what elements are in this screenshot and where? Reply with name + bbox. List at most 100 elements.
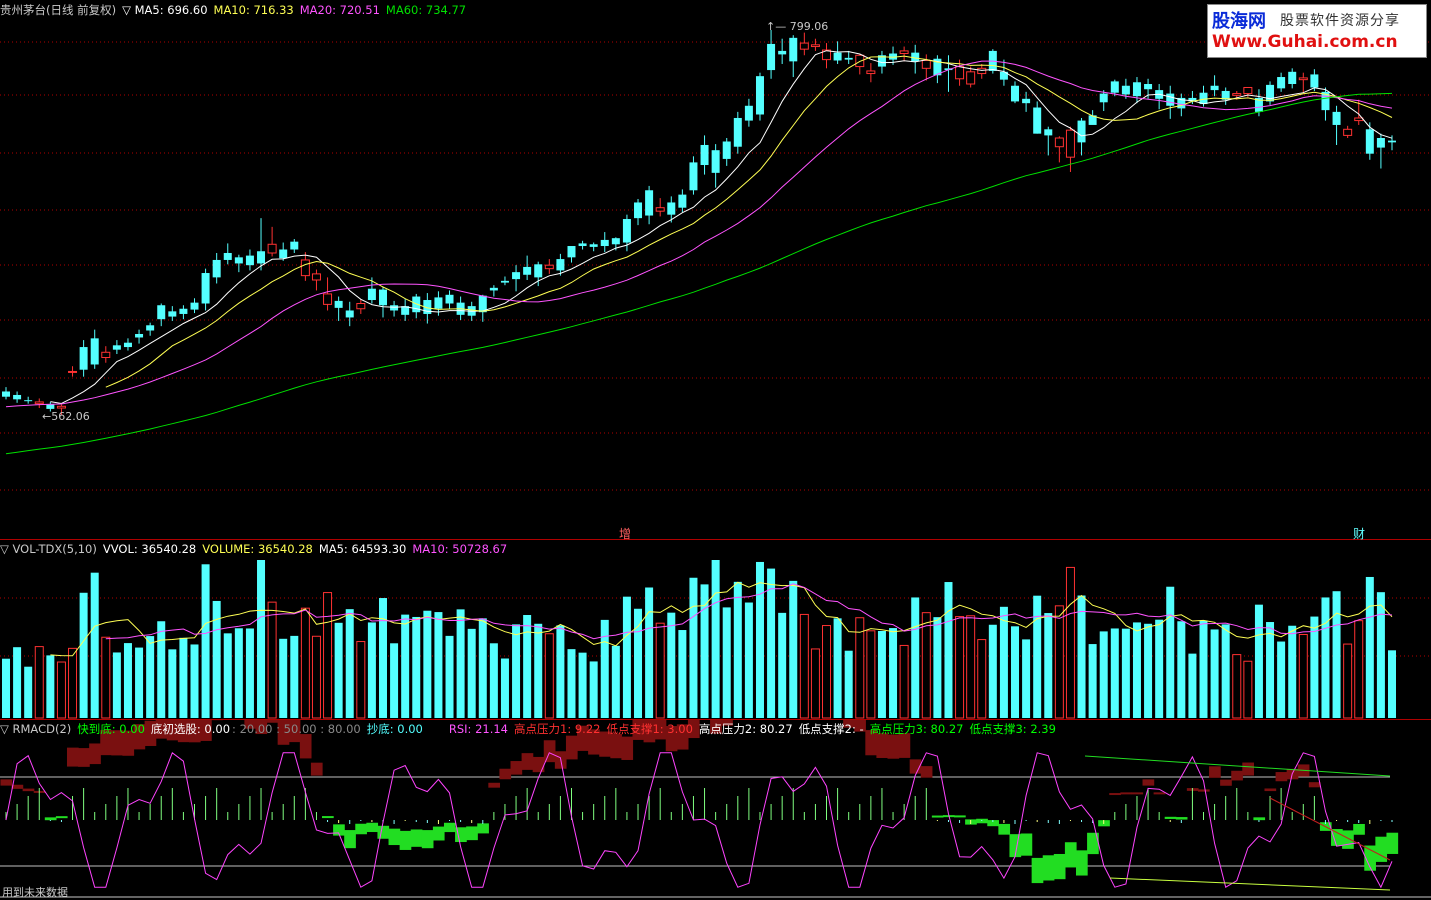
volume-bar-up	[800, 614, 808, 718]
candle-down	[135, 334, 143, 337]
volume-bar-down	[1144, 624, 1152, 718]
macd-ribbon	[1220, 780, 1232, 786]
candle-down	[767, 44, 775, 70]
candle-down	[689, 162, 697, 190]
macd-ribbon	[1043, 855, 1055, 880]
volume-bar-down	[734, 582, 742, 718]
candle-down	[290, 242, 298, 250]
ma60-value: MA60: 734.77	[386, 3, 466, 17]
volume-bar-up	[545, 634, 553, 718]
macd-ribbon	[1165, 817, 1177, 819]
volume-bar-down	[889, 628, 897, 718]
high-label: ↑— 799.06	[766, 20, 828, 33]
macd-ribbon	[1154, 792, 1166, 794]
candle-down	[745, 106, 753, 121]
volume-bar-down	[1089, 644, 1097, 718]
candle-down	[279, 250, 287, 259]
volume-bar-down	[645, 588, 653, 718]
candle-up	[900, 51, 908, 54]
volume-bar-up	[1066, 567, 1074, 718]
candle-down	[623, 219, 631, 243]
candle-down	[1100, 94, 1108, 103]
volume-bar-down	[601, 620, 609, 718]
candle-down	[534, 264, 542, 277]
candle-down	[1078, 121, 1086, 143]
macd-ribbon	[366, 823, 378, 832]
logo-url: Www.Guhai.com.cn	[1212, 32, 1398, 52]
volume-bar-down	[246, 628, 254, 718]
volume-bar-down	[1321, 597, 1329, 718]
volume-bar-up	[1355, 621, 1363, 718]
candle-down	[257, 251, 265, 263]
candle-down	[1288, 72, 1296, 84]
candle-down	[1033, 108, 1041, 134]
macd-ribbon	[1143, 779, 1155, 785]
logo-cn: 股海网	[1212, 7, 1266, 33]
volume-bar-down	[911, 597, 919, 718]
macd-ribbon	[1353, 824, 1365, 835]
volume-bar-down	[457, 609, 465, 718]
candle-down	[701, 145, 709, 165]
volume-bar-down	[590, 661, 598, 718]
macd-ribbon	[400, 831, 412, 850]
volume-bar-up	[69, 648, 77, 718]
volume-bar-down	[1277, 642, 1285, 718]
volume-bar-up	[324, 593, 332, 718]
candle-down	[146, 325, 154, 330]
macd-ribbon	[954, 815, 966, 817]
macd-ribbon	[23, 789, 35, 792]
candle-up	[57, 406, 65, 408]
macd-ribbon	[511, 761, 523, 775]
volume-bar-down	[1366, 577, 1374, 718]
volume-bar-down	[1266, 622, 1274, 718]
volume-bar-down	[556, 625, 564, 718]
volume-bar-down	[579, 653, 587, 718]
macd-ribbon	[621, 737, 633, 760]
volume-chart[interactable]	[0, 540, 1431, 720]
volume-bar-down	[1044, 613, 1052, 718]
candle-down	[911, 53, 919, 62]
candle-down	[734, 118, 742, 147]
macd-ribbon	[1065, 842, 1077, 867]
volume-bar-down	[1111, 628, 1119, 718]
volume-panel: ▽ VOL-TDX(5,10)VVOL: 36540.28VOLUME: 365…	[0, 540, 1431, 720]
candle-down	[446, 295, 454, 304]
volume-bar-up	[900, 645, 908, 718]
volume-bar-down	[80, 593, 88, 718]
macd-ribbon	[1253, 817, 1265, 820]
volume-bar-up	[922, 613, 930, 718]
volume-bar-down	[501, 659, 509, 718]
volume-bar-up	[967, 616, 975, 718]
candle-down	[501, 281, 509, 283]
volume-bar-down	[190, 644, 198, 718]
macd-ribbon	[311, 763, 323, 776]
candle-up	[800, 43, 808, 49]
volume-bar-down	[423, 611, 431, 718]
candle-down	[601, 240, 609, 246]
candle-down	[346, 310, 354, 317]
candle-down	[834, 53, 842, 61]
rmacd-chart[interactable]	[0, 720, 1431, 898]
volume-bar-down	[667, 613, 675, 718]
volume-bar-down	[523, 615, 531, 718]
volume-bar-down	[1033, 596, 1041, 718]
volume-bar-up	[956, 617, 964, 718]
macd-ribbon	[322, 816, 334, 818]
volume-bar-down	[257, 560, 265, 718]
candle-down	[2, 391, 10, 396]
candle-down	[124, 343, 132, 347]
macd-ribbon	[932, 816, 944, 818]
candle-down	[845, 58, 853, 60]
candle-down	[1166, 94, 1174, 106]
candle-up	[867, 71, 875, 74]
price-chart[interactable]	[0, 0, 1431, 540]
candle-down	[556, 259, 564, 270]
volume-bar-down	[1166, 587, 1174, 718]
candle-up	[1244, 87, 1252, 93]
ddzc2-value: 低点支撑2: -	[799, 722, 864, 736]
logo-sub: 股票软件资源分享	[1280, 10, 1400, 30]
candle-down	[179, 309, 187, 314]
ddzc1-value: 低点支撑1: 3.00	[606, 722, 692, 736]
ma5-value: ▽ MA5: 696.60	[122, 3, 207, 17]
candle-down	[1133, 82, 1141, 96]
